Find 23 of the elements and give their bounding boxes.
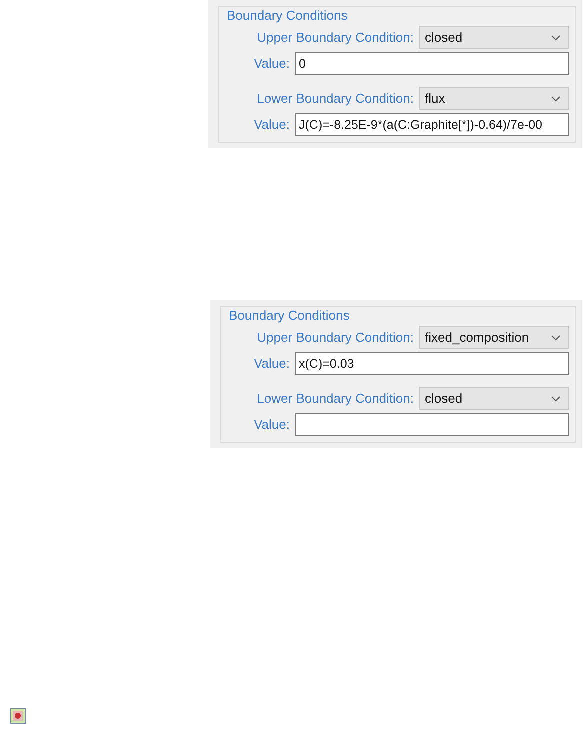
chevron-down-icon <box>551 34 561 40</box>
group-title: Boundary Conditions <box>227 8 349 23</box>
field-label: Value: <box>254 117 290 132</box>
chevron-down-icon <box>551 396 561 402</box>
value-field[interactable]: J(C)=-8.25E-9*(a(C:Graphite[*])-0.64)/7e-00 <box>295 113 569 136</box>
field-label: Value: <box>254 356 290 371</box>
chevron-down-icon <box>551 96 561 102</box>
condition-dropdown[interactable]: fixed_composition <box>419 326 569 349</box>
value-field[interactable] <box>295 413 569 436</box>
field-label: Upper Boundary Condition: <box>257 30 414 45</box>
value-field[interactable]: x(C)=0.03 <box>295 352 569 375</box>
group-title: Boundary Conditions <box>229 308 351 323</box>
chevron-down-icon <box>551 334 561 340</box>
app-icon <box>10 708 26 724</box>
condition-dropdown[interactable]: flux <box>419 87 569 110</box>
field-label: Value: <box>254 417 290 432</box>
field-label: Lower Boundary Condition: <box>257 91 414 106</box>
condition-dropdown[interactable]: closed <box>419 387 569 410</box>
field-label: Lower Boundary Condition: <box>257 391 414 406</box>
field-label: Value: <box>254 56 290 71</box>
field-label: Upper Boundary Condition: <box>257 330 414 345</box>
condition-dropdown[interactable]: closed <box>419 26 569 49</box>
value-field[interactable]: 0 <box>295 52 569 75</box>
